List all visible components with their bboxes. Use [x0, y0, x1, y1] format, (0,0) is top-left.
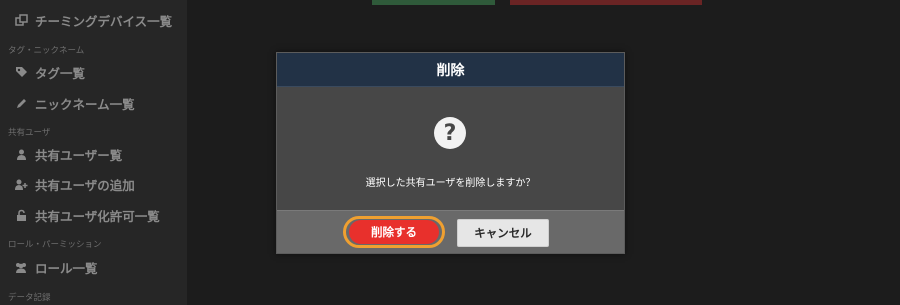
- dialog-body: ? 選択した共有ユーザを削除しますか？: [277, 87, 624, 210]
- sidebar-item-roles[interactable]: ロール一覧: [14, 257, 98, 277]
- device-icon: [14, 13, 28, 27]
- user-plus-icon: [14, 177, 28, 191]
- sidebar-item-label: 共有ユーザ化許可一覧: [35, 208, 160, 224]
- pencil-icon: [14, 96, 28, 110]
- sidebar-section-shared-users: 共有ユーザ: [8, 128, 51, 138]
- sidebar-item-label: ロール一覧: [35, 260, 98, 276]
- sidebar-item-shared-user-permission-list[interactable]: 共有ユーザ化許可一覧: [14, 205, 160, 225]
- sidebar-section-tags: タグ・ニックネーム: [8, 46, 85, 56]
- background-green-button: [372, 0, 495, 5]
- sidebar-item-teaming-devices[interactable]: チーミングデバイス一覧: [14, 10, 172, 30]
- sidebar-item-label: 共有ユーザー覧: [35, 147, 123, 163]
- confirm-highlight-ring: 削除する: [343, 216, 445, 248]
- sidebar: チーミングデバイス一覧 タグ・ニックネーム タグ一覧 ニックネーム一覧 共有ユー…: [0, 0, 187, 305]
- tag-icon: [14, 65, 28, 79]
- sidebar-item-label: 共有ユーザの追加: [35, 177, 135, 193]
- sidebar-section-data-records: データ記録: [8, 293, 51, 303]
- sidebar-item-label: チーミングデバイス一覧: [35, 13, 173, 29]
- sidebar-item-add-shared-user[interactable]: 共有ユーザの追加: [14, 174, 135, 194]
- cancel-button[interactable]: キャンセル: [457, 219, 549, 247]
- sidebar-item-label: タグ一覧: [35, 65, 86, 81]
- dialog-footer: 削除する キャンセル: [277, 210, 624, 253]
- delete-dialog: 削除 ? 選択した共有ユーザを削除しますか？ 削除する キャンセル: [276, 52, 625, 254]
- background-red-button: [510, 0, 702, 5]
- lock-icon: [14, 208, 28, 222]
- users-icon: [14, 260, 28, 274]
- question-icon: ?: [434, 117, 466, 149]
- sidebar-section-roles: ロール・パーミッション: [8, 240, 102, 250]
- sidebar-item-tags[interactable]: タグ一覧: [14, 62, 85, 82]
- sidebar-item-label: ニックネーム一覧: [35, 96, 135, 112]
- dialog-message: 選択した共有ユーザを削除しますか？: [365, 178, 536, 189]
- confirm-delete-button[interactable]: 削除する: [349, 220, 439, 244]
- dialog-title: 削除: [277, 53, 624, 87]
- sidebar-item-nicknames[interactable]: ニックネーム一覧: [14, 93, 135, 113]
- user-icon: [14, 147, 28, 161]
- sidebar-item-shared-user-list[interactable]: 共有ユーザー覧: [14, 144, 122, 164]
